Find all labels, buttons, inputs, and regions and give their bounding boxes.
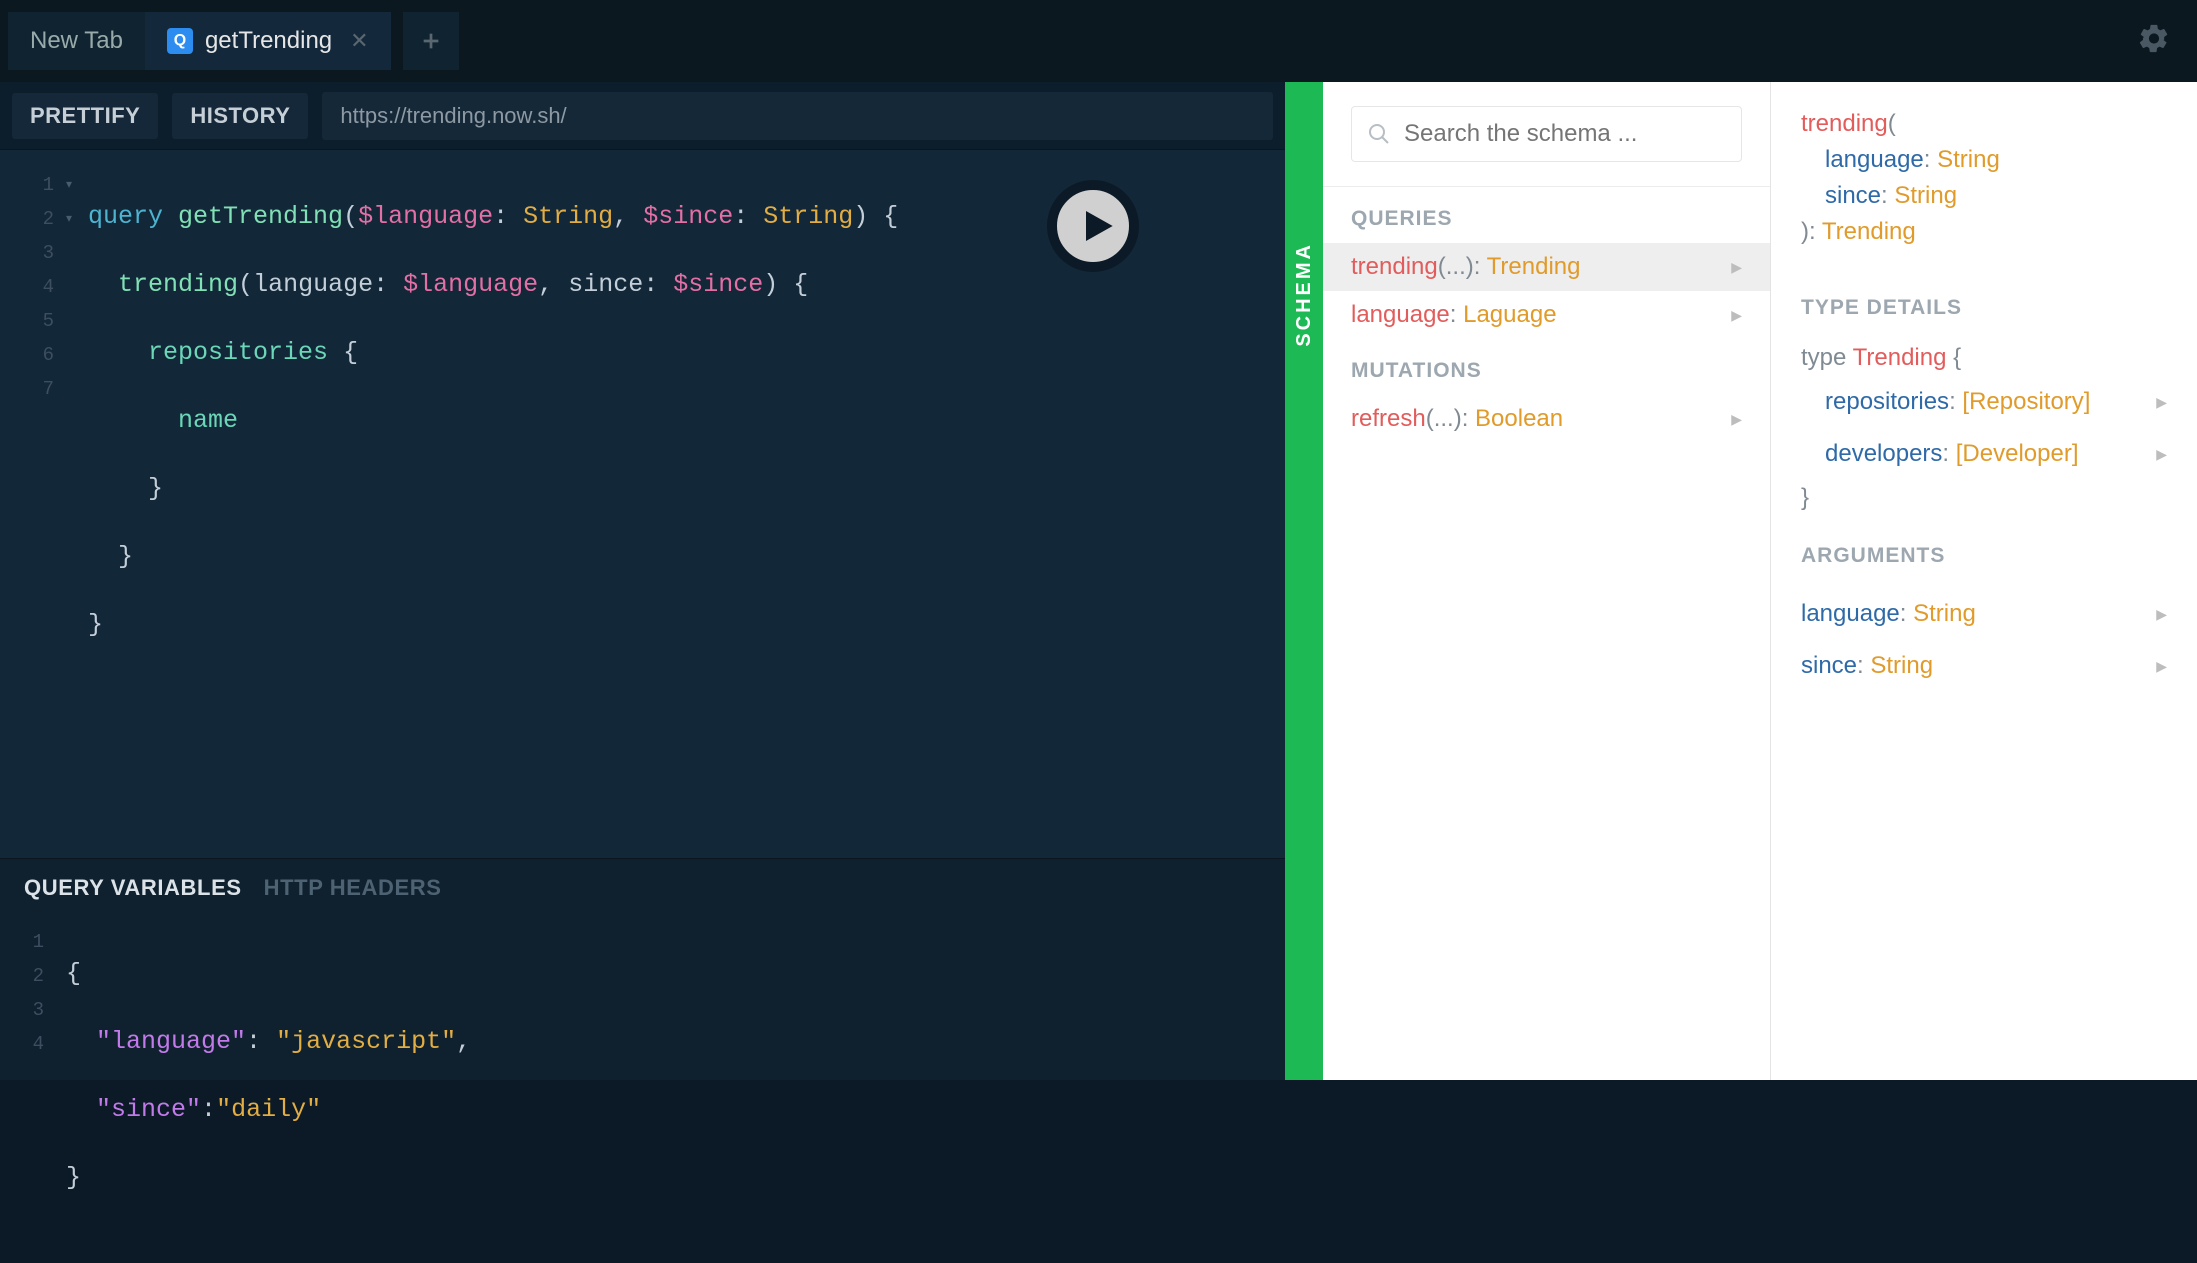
endpoint-input[interactable] bbox=[322, 92, 1273, 140]
tab-new[interactable]: New Tab bbox=[8, 12, 145, 70]
execute-button[interactable] bbox=[1047, 180, 1139, 272]
schema-toggle[interactable]: SCHEMA bbox=[1285, 82, 1323, 1080]
mutation-item-refresh[interactable]: refresh(...): Boolean ▶ bbox=[1323, 395, 1770, 443]
chevron-right-icon: ▶ bbox=[2156, 436, 2167, 472]
vars-body[interactable]: { "language": "javascript", "since":"dai… bbox=[44, 923, 1285, 1263]
variables-panel: QUERY VARIABLES HTTP HEADERS 1 2 3 4 { "… bbox=[0, 858, 1285, 1080]
schema-label: SCHEMA bbox=[1293, 242, 1316, 347]
type-def-close: } bbox=[1801, 480, 2167, 516]
query-item-trending[interactable]: trending(...): Trending ▶ bbox=[1323, 243, 1770, 291]
history-button[interactable]: HISTORY bbox=[172, 93, 308, 139]
tab-query-variables[interactable]: QUERY VARIABLES bbox=[24, 875, 242, 901]
vars-gutter: 1 2 3 4 bbox=[0, 923, 44, 1263]
chevron-right-icon: ▶ bbox=[1731, 411, 1742, 428]
signature-block: trending( language: String since: String… bbox=[1801, 106, 2167, 250]
query-badge-icon: Q bbox=[167, 28, 193, 54]
play-icon bbox=[1076, 206, 1116, 246]
toolbar: PRETTIFY HISTORY bbox=[0, 82, 1285, 150]
line-gutter: 1 2 3 4 5 6 7 bbox=[0, 166, 54, 858]
schema-details: trending( language: String since: String… bbox=[1771, 82, 2197, 1080]
chevron-right-icon: ▶ bbox=[2156, 384, 2167, 420]
tab-bar: New Tab Q getTrending ✕ bbox=[0, 0, 2197, 82]
gear-icon bbox=[2137, 22, 2171, 56]
close-icon[interactable]: ✕ bbox=[350, 28, 368, 54]
search-icon bbox=[1367, 122, 1391, 146]
field-repositories[interactable]: repositories: [Repository] ▶ bbox=[1801, 376, 2167, 428]
settings-button[interactable] bbox=[2137, 22, 2171, 61]
argument-since[interactable]: since: String ▶ bbox=[1801, 640, 2167, 692]
schema-browser: QUERIES trending(...): Trending ▶ langua… bbox=[1323, 82, 1771, 1080]
tab-http-headers[interactable]: HTTP HEADERS bbox=[264, 875, 442, 901]
mutations-heading: MUTATIONS bbox=[1323, 339, 1770, 395]
tab-active[interactable]: Q getTrending ✕ bbox=[145, 12, 391, 70]
chevron-right-icon: ▶ bbox=[2156, 648, 2167, 684]
chevron-right-icon: ▶ bbox=[1731, 259, 1742, 276]
chevron-right-icon: ▶ bbox=[2156, 596, 2167, 632]
tab-active-label: getTrending bbox=[205, 27, 332, 55]
chevron-right-icon: ▶ bbox=[1731, 307, 1742, 324]
schema-panel: QUERIES trending(...): Trending ▶ langua… bbox=[1323, 82, 2197, 1080]
queries-heading: QUERIES bbox=[1323, 187, 1770, 243]
plus-icon bbox=[420, 30, 442, 52]
schema-search-input[interactable] bbox=[1351, 106, 1742, 162]
argument-language[interactable]: language: String ▶ bbox=[1801, 588, 2167, 640]
variables-editor[interactable]: 1 2 3 4 { "language": "javascript", "sin… bbox=[0, 917, 1285, 1263]
arguments-heading: ARGUMENTS bbox=[1801, 516, 2167, 588]
type-def-open: type Trending { bbox=[1801, 340, 2167, 376]
tab-new-label: New Tab bbox=[30, 27, 123, 55]
query-item-language[interactable]: language: Laguage ▶ bbox=[1323, 291, 1770, 339]
editor-column: PRETTIFY HISTORY 1 2 3 4 5 6 7 query get… bbox=[0, 82, 1285, 1080]
type-details-heading: TYPE DETAILS bbox=[1801, 268, 2167, 340]
field-developers[interactable]: developers: [Developer] ▶ bbox=[1801, 428, 2167, 480]
prettify-button[interactable]: PRETTIFY bbox=[12, 93, 158, 139]
add-tab-button[interactable] bbox=[403, 12, 459, 70]
